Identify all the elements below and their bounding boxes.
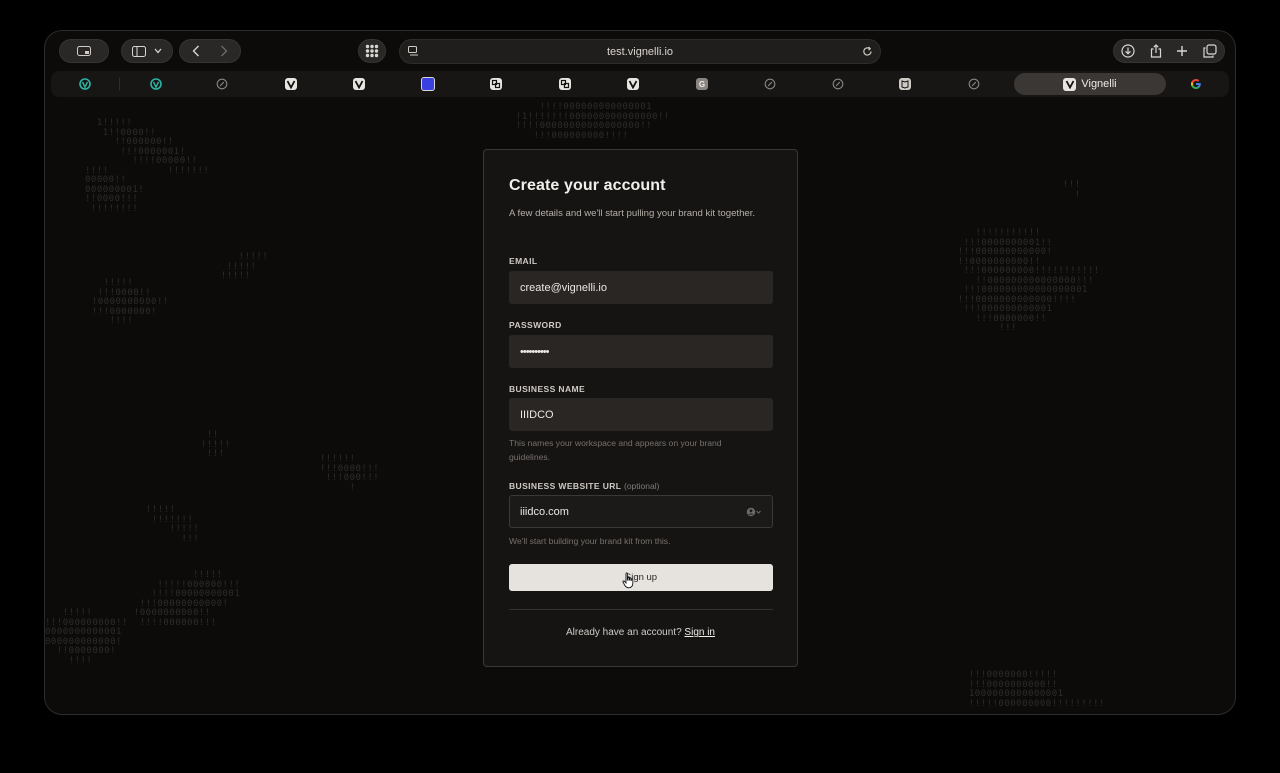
right-toolbar-group bbox=[1113, 39, 1225, 63]
tab-10[interactable]: G bbox=[693, 75, 711, 93]
sidebar-icon bbox=[132, 45, 146, 57]
browser-window: 1!!!!! 1!!0000!! !!000000!! !!!0000001! … bbox=[44, 30, 1236, 715]
tab-active-vignelli[interactable]: Vignelli bbox=[1014, 73, 1166, 95]
matrix-art-8: !!!!! !!!!!!! !!!!! !!! bbox=[145, 505, 200, 544]
tab-9[interactable] bbox=[624, 75, 642, 93]
tab-11[interactable] bbox=[761, 75, 779, 93]
website-help: We'll start building your brand kit from… bbox=[509, 536, 671, 546]
vignelli-icon bbox=[285, 78, 297, 90]
website-field[interactable] bbox=[510, 496, 772, 527]
back-icon[interactable] bbox=[182, 45, 210, 57]
vignelli-icon bbox=[1063, 77, 1077, 91]
website-field-wrapper bbox=[509, 495, 773, 528]
hand-cursor-icon bbox=[622, 572, 636, 593]
download-icon[interactable] bbox=[1121, 44, 1135, 58]
vignelli-icon bbox=[627, 78, 639, 90]
footer-text: Already have an account? bbox=[566, 627, 682, 638]
business-name-label: BUSINESS NAME bbox=[509, 384, 586, 394]
tab-4[interactable] bbox=[282, 75, 300, 93]
tab-google[interactable] bbox=[1187, 75, 1205, 93]
signup-card: Create your account A few details and we… bbox=[483, 149, 798, 667]
tab-12[interactable] bbox=[829, 75, 847, 93]
active-tab-label: Vignelli bbox=[1081, 78, 1117, 90]
tab-14[interactable] bbox=[965, 75, 983, 93]
subtitle: A few details and we'll start pulling yo… bbox=[509, 208, 756, 219]
matrix-art-9: !!!!! !!!!!000000!!! !!!!00000000001 !!!… bbox=[45, 570, 241, 666]
password-field-wrapper bbox=[509, 335, 773, 368]
matrix-art-4: !!!!000000000000001 !1!!!!!!!00000000000… bbox=[515, 102, 670, 141]
signup-button[interactable]: Sign up bbox=[509, 564, 773, 591]
website-label-text: BUSINESS WEBSITE URL bbox=[509, 481, 622, 491]
book-icon bbox=[899, 78, 911, 90]
matrix-art-10: !!!0000000!!!!! !!!0000000000!! 10000000… bbox=[968, 670, 1105, 709]
tab-7[interactable] bbox=[487, 75, 505, 93]
flow-icon bbox=[559, 78, 571, 90]
vuetify-icon bbox=[79, 78, 91, 90]
matrix-art-11: !!! ! bbox=[1062, 180, 1081, 200]
tab-6[interactable] bbox=[419, 75, 437, 93]
tab-5[interactable] bbox=[350, 75, 368, 93]
tab-3[interactable] bbox=[213, 75, 231, 93]
password-label: PASSWORD bbox=[509, 320, 562, 330]
compass-icon bbox=[832, 78, 844, 90]
vignelli-icon bbox=[353, 78, 365, 90]
business-name-field[interactable] bbox=[510, 399, 772, 430]
profile-button[interactable] bbox=[59, 39, 109, 63]
tab-13[interactable] bbox=[896, 75, 914, 93]
google-icon bbox=[1190, 78, 1202, 90]
matrix-art-1: 1!!!!! 1!!0000!! !!000000!! !!!0000001! … bbox=[85, 118, 210, 214]
tab-2[interactable] bbox=[147, 75, 165, 93]
matrix-art-6: !!!!!! !!!0000!!! !!!000!!! ! bbox=[320, 454, 380, 493]
email-field[interactable] bbox=[510, 272, 772, 303]
grid-icon bbox=[365, 44, 379, 58]
square-icon bbox=[421, 77, 435, 91]
signin-footer: Already have an account? Sign in bbox=[484, 627, 797, 638]
tab-8[interactable] bbox=[556, 75, 574, 93]
compass-icon bbox=[968, 78, 980, 90]
website-label: BUSINESS WEBSITE URL (optional) bbox=[509, 481, 659, 491]
share-icon[interactable] bbox=[1150, 44, 1162, 58]
vuetify-icon bbox=[150, 78, 162, 90]
business-name-help: This names your workspace and appears on… bbox=[509, 438, 722, 462]
tab-overview-grid-button[interactable] bbox=[358, 39, 386, 63]
browser-toolbar: test.vignelli.io bbox=[45, 31, 1235, 71]
reload-icon[interactable] bbox=[862, 46, 873, 57]
website-optional-text: (optional) bbox=[623, 481, 660, 491]
profile-icon bbox=[77, 46, 91, 56]
compass-icon bbox=[764, 78, 776, 90]
email-field-wrapper bbox=[509, 271, 773, 304]
sidebar-toggle-button[interactable] bbox=[121, 39, 173, 63]
page-title: Create your account bbox=[509, 177, 666, 194]
flow-icon bbox=[490, 78, 502, 90]
password-field[interactable] bbox=[510, 336, 772, 367]
new-tab-icon[interactable] bbox=[1176, 45, 1188, 57]
tabs-overview-icon[interactable] bbox=[1203, 44, 1217, 58]
chevron-down-icon bbox=[154, 48, 162, 54]
tab-1[interactable] bbox=[76, 75, 94, 93]
nav-buttons bbox=[179, 39, 241, 63]
signin-link[interactable]: Sign in bbox=[684, 627, 715, 638]
divider bbox=[509, 609, 773, 610]
autofill-contact-icon[interactable] bbox=[746, 507, 762, 517]
url-text: test.vignelli.io bbox=[606, 46, 674, 58]
matrix-art-2: !!!!! !!!0000!! !0000000000!! !!!0000000… bbox=[91, 278, 169, 326]
forward-icon[interactable] bbox=[210, 45, 238, 57]
business-name-field-wrapper bbox=[509, 398, 773, 431]
matrix-art-5: !!!!!!!!!!! !!!0000000001!! !!!000000000… bbox=[957, 228, 1100, 333]
matrix-art-7: !! !!!!! !!! bbox=[200, 430, 231, 459]
matrix-art-3: !!!!! !!!!! !!!!! bbox=[220, 252, 269, 281]
tab-strip: G Vignelli bbox=[51, 71, 1229, 97]
g-square-icon: G bbox=[696, 78, 708, 90]
email-label: EMAIL bbox=[509, 256, 538, 266]
compass-icon bbox=[216, 78, 228, 90]
address-bar[interactable]: test.vignelli.io bbox=[399, 39, 881, 64]
